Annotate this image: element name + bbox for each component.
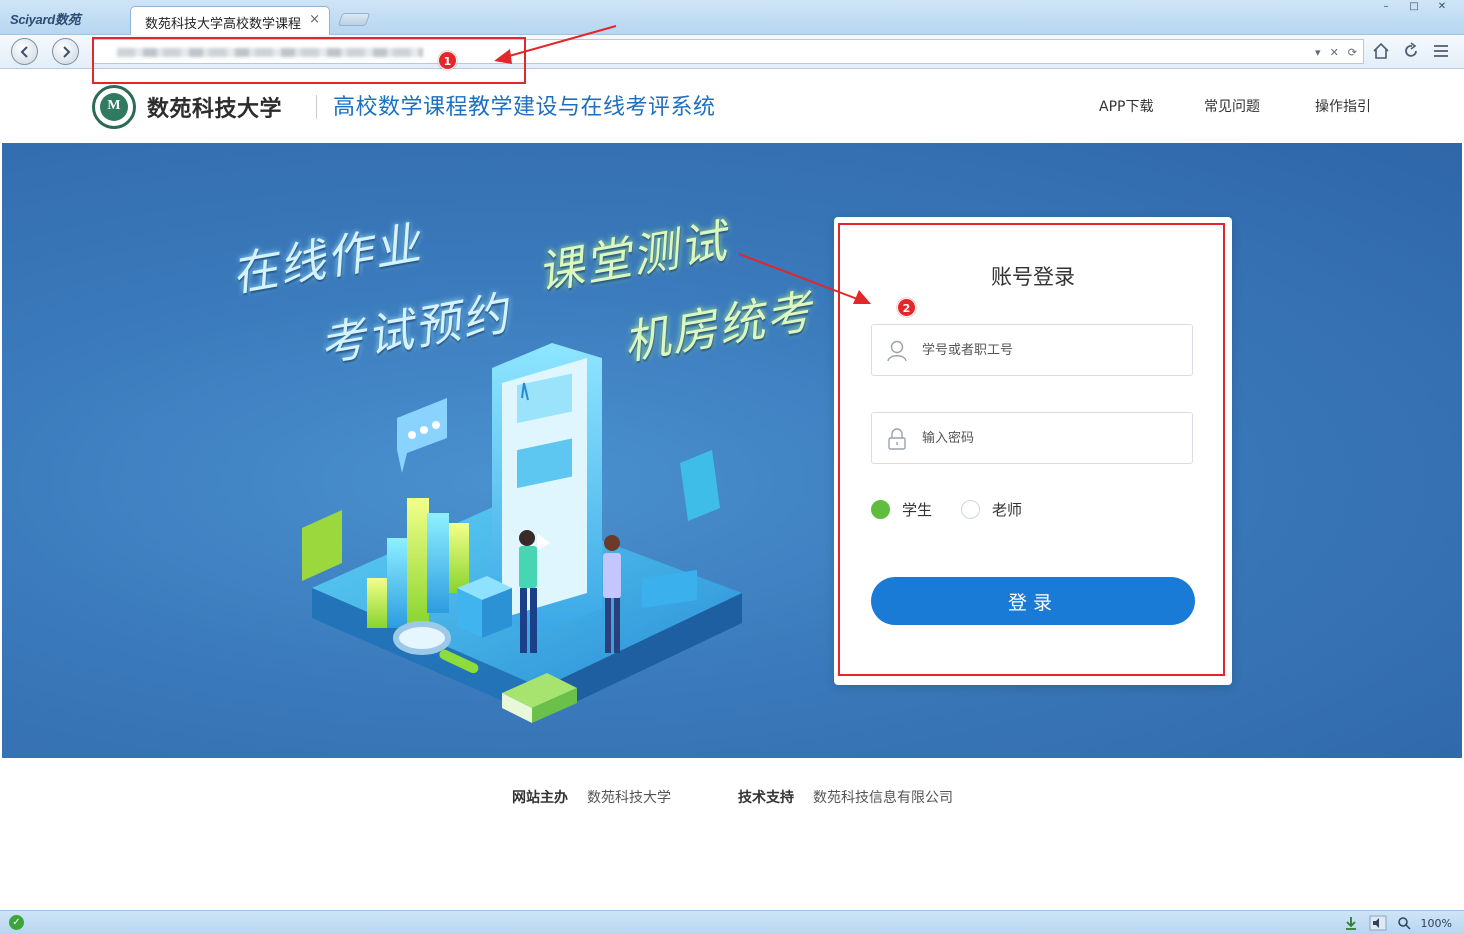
site-footer: 网站主办 数苑科技大学 技术支持 数苑科技信息有限公司 <box>0 758 1464 910</box>
maximize-icon[interactable]: □ <box>1406 1 1422 13</box>
tab-close-icon[interactable]: × <box>309 12 320 27</box>
forward-arrow-icon <box>63 46 71 58</box>
browser-tab[interactable]: 数苑科技大学高校数学课程 × <box>130 6 330 36</box>
footer-support-label: 技术支持 <box>738 790 794 806</box>
home-icon[interactable] <box>1372 41 1390 61</box>
browser-statusbar: ✓ 100% <box>0 910 1464 934</box>
back-button[interactable] <box>11 38 38 65</box>
zoom-level[interactable]: 100% <box>1421 917 1452 930</box>
download-icon[interactable] <box>1343 915 1359 931</box>
restore-icon[interactable] <box>1402 41 1420 61</box>
close-window-icon[interactable]: ✕ <box>1434 1 1450 13</box>
nav-app-download[interactable]: APP下载 <box>1099 96 1153 116</box>
nav-faq[interactable]: 常见问题 <box>1204 96 1260 116</box>
browser-brand-logo: Sciyard数苑 <box>10 12 81 27</box>
clear-icon[interactable]: ✕ <box>1330 46 1339 59</box>
slogan-online-homework: 在线作业 <box>227 215 426 303</box>
screen: Sciyard数苑 数苑科技大学高校数学课程 × – □ ✕ ▾ ✕ ⟳ M 数… <box>0 0 1464 934</box>
annotation-box-1 <box>92 37 526 84</box>
footer-host-value: 数苑科技大学 <box>587 790 671 806</box>
address-tools: ▾ ✕ ⟳ <box>1315 42 1357 62</box>
speaker-icon[interactable] <box>1369 915 1387 931</box>
refresh-icon[interactable]: ⟳ <box>1348 46 1357 59</box>
status-tools: 100% <box>1343 913 1452 933</box>
annotation-arrow-1 <box>494 25 617 64</box>
slogan-class-test: 课堂测试 <box>533 213 732 301</box>
forward-button[interactable] <box>52 38 79 65</box>
menu-icon[interactable] <box>1432 41 1450 61</box>
university-logo: M <box>92 85 136 129</box>
minimize-icon[interactable]: – <box>1378 1 1394 13</box>
university-name: 数苑科技大学 <box>147 97 283 122</box>
annotation-arrow-2 <box>738 253 871 304</box>
footer-host-label: 网站主办 <box>512 790 568 806</box>
hero-banner: 在线作业 考试预约 课堂测试 机房统考 <box>2 143 1462 758</box>
security-check-icon: ✓ <box>9 915 24 930</box>
annotation-badge-1: 1 <box>438 51 457 70</box>
nav-guide[interactable]: 操作指引 <box>1315 96 1371 116</box>
new-tab-button[interactable] <box>337 13 371 26</box>
dropdown-icon[interactable]: ▾ <box>1315 46 1321 59</box>
footer-support-value: 数苑科技信息有限公司 <box>813 790 953 806</box>
window-controls: – □ ✕ <box>1378 1 1450 15</box>
browser-tab-title[interactable]: 数苑科技大学高校数学课程 <box>145 13 303 31</box>
annotation-box-2 <box>838 223 1225 676</box>
zoom-icon[interactable] <box>1397 916 1411 930</box>
browser-titlebar: Sciyard数苑 数苑科技大学高校数学课程 × – □ ✕ <box>0 0 1464 36</box>
browser-right-tools <box>1372 41 1450 61</box>
isometric-illustration <box>302 343 742 723</box>
back-arrow-icon <box>20 46 28 58</box>
annotation-badge-2: 2 <box>897 298 916 317</box>
system-title: 高校数学课程教学建设与在线考评系统 <box>333 95 716 120</box>
header-divider <box>316 95 317 119</box>
